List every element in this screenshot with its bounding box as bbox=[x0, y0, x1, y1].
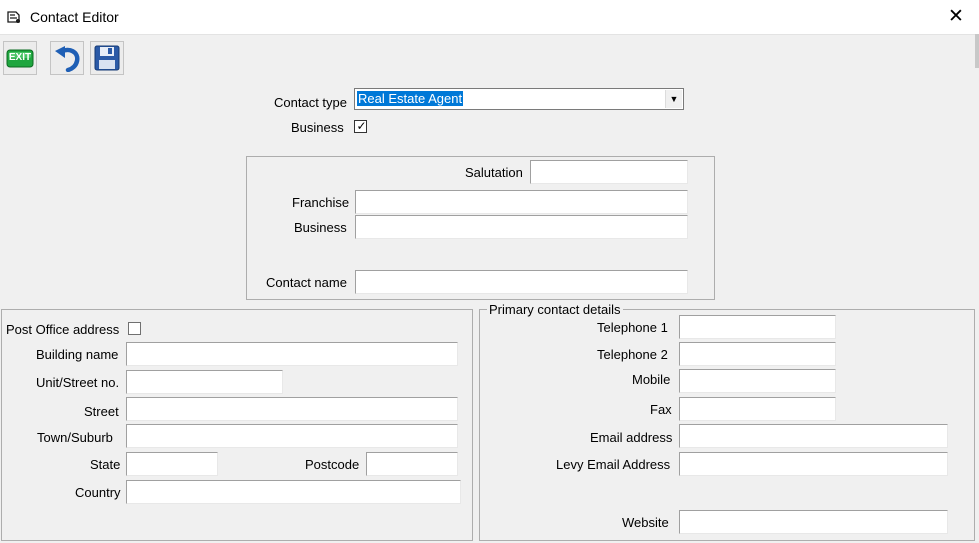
checkmark-icon: ✓ bbox=[356, 119, 367, 133]
street-input[interactable] bbox=[126, 397, 458, 421]
undo-button[interactable] bbox=[50, 41, 84, 75]
po-address-checkbox[interactable] bbox=[128, 322, 141, 335]
business-checkbox-label: Business bbox=[291, 120, 344, 135]
country-input[interactable] bbox=[126, 480, 461, 504]
telephone-2-label: Telephone 2 bbox=[597, 347, 668, 362]
franchise-input[interactable] bbox=[355, 190, 688, 214]
unit-street-input[interactable] bbox=[126, 370, 283, 394]
website-label: Website bbox=[622, 515, 669, 530]
mobile-label: Mobile bbox=[632, 372, 671, 387]
fax-label: Fax bbox=[650, 402, 672, 417]
contact-type-label: Contact type bbox=[274, 95, 347, 110]
window-edge-scroll bbox=[975, 34, 979, 68]
exit-label: EXIT bbox=[8, 52, 32, 63]
postcode-label: Postcode bbox=[305, 457, 360, 472]
title-bar bbox=[0, 0, 979, 35]
salutation-input[interactable] bbox=[530, 160, 688, 184]
contact-type-value: Real Estate Agent bbox=[357, 91, 464, 106]
postcode-input[interactable] bbox=[366, 452, 458, 476]
close-button[interactable]: ✕ bbox=[944, 6, 968, 28]
contact-name-input[interactable] bbox=[355, 270, 688, 294]
fax-input[interactable] bbox=[679, 397, 836, 421]
floppy-disk-icon bbox=[94, 45, 120, 71]
mobile-input[interactable] bbox=[679, 369, 836, 393]
email-address-input[interactable] bbox=[679, 424, 948, 448]
franchise-label: Franchise bbox=[292, 195, 350, 210]
town-suburb-input[interactable] bbox=[126, 424, 458, 448]
building-name-label: Building name bbox=[36, 347, 119, 362]
po-address-label: Post Office address bbox=[6, 322, 120, 337]
undo-icon bbox=[55, 46, 80, 72]
email-address-label: Email address bbox=[590, 430, 673, 445]
telephone-2-input[interactable] bbox=[679, 342, 836, 366]
street-label: Street bbox=[84, 404, 119, 419]
chevron-down-icon[interactable]: ▼ bbox=[665, 90, 682, 108]
state-input[interactable] bbox=[126, 452, 218, 476]
business-checkbox[interactable]: ✓ bbox=[354, 119, 367, 133]
save-button[interactable] bbox=[90, 41, 124, 75]
contact-card-icon bbox=[6, 9, 22, 25]
levy-email-label: Levy Email Address bbox=[556, 457, 671, 472]
exit-button[interactable]: EXIT bbox=[3, 41, 37, 75]
state-label: State bbox=[90, 457, 121, 472]
levy-email-input[interactable] bbox=[679, 452, 948, 476]
business-name-label: Business bbox=[294, 220, 347, 235]
primary-contact-legend: Primary contact details bbox=[487, 302, 623, 317]
unit-street-label: Unit/Street no. bbox=[36, 375, 120, 390]
telephone-1-input[interactable] bbox=[679, 315, 836, 339]
window-title: Contact Editor bbox=[30, 9, 119, 25]
website-input[interactable] bbox=[679, 510, 948, 534]
telephone-1-label: Telephone 1 bbox=[597, 320, 668, 335]
country-label: Country bbox=[75, 485, 121, 500]
business-name-input[interactable] bbox=[355, 215, 688, 239]
salutation-label: Salutation bbox=[465, 165, 523, 180]
town-suburb-label: Town/Suburb bbox=[37, 430, 113, 445]
contact-name-label: Contact name bbox=[266, 275, 347, 290]
contact-type-select[interactable]: Real Estate Agent ▼ bbox=[354, 88, 684, 110]
building-name-input[interactable] bbox=[126, 342, 458, 366]
